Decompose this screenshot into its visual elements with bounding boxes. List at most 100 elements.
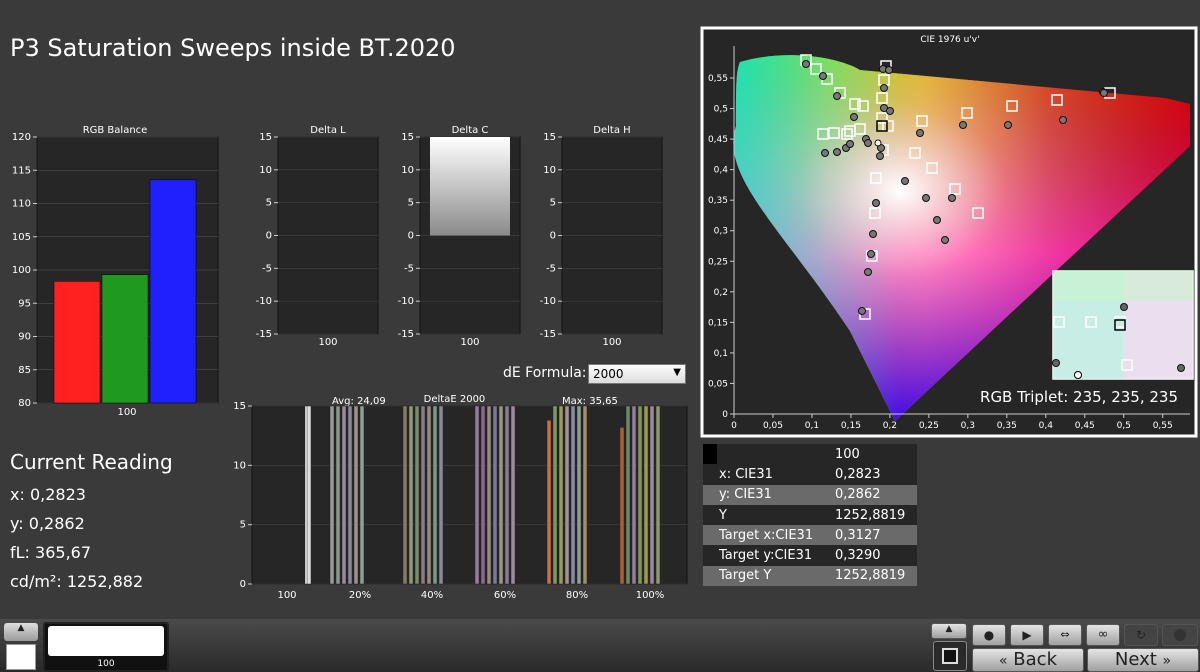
cie-measured-point [1100, 89, 1108, 97]
next-label: Next [1114, 649, 1157, 670]
scroll-up-button[interactable]: ▲ [4, 623, 38, 641]
table-value: 1252,8819 [835, 507, 906, 523]
deltae-bar [414, 405, 420, 585]
cie-ytick: 0,55 [708, 74, 728, 84]
cie-measured-point [833, 148, 841, 156]
rgb-bar-b [149, 179, 197, 404]
deltae-bar [347, 405, 353, 585]
cie-ytick: 0,05 [708, 379, 728, 389]
delta-bar [430, 137, 510, 236]
stop-square-icon [942, 648, 958, 664]
table-row: Target x:CIE31 0,3127 [703, 525, 917, 546]
deltae-bar [492, 405, 498, 585]
table-row: Target y:CIE31 0,3290 [703, 545, 917, 566]
cie-measured-point [885, 66, 893, 74]
inset-measured-point [1177, 364, 1185, 372]
deltae-bar [570, 405, 576, 585]
deltae-bar [643, 405, 649, 585]
cie-measured-point [901, 177, 909, 185]
loop-icon: ∞ [1097, 627, 1109, 642]
delta-ytick: -5 [404, 263, 414, 274]
deltae-bar [353, 405, 359, 585]
cie-ytick: 0,2 [714, 288, 728, 298]
deltae-ytick: 0 [240, 579, 246, 590]
patch-swatch[interactable] [48, 626, 164, 656]
back-label: Back [1013, 649, 1057, 670]
next-button[interactable]: Next » [1087, 648, 1199, 672]
play-button[interactable]: ▶ [1010, 624, 1044, 646]
controls-up-button[interactable]: ▲ [931, 623, 967, 639]
delta-ytick: 0 [550, 231, 556, 242]
delta-ytick: 15 [543, 132, 556, 143]
delta-ytick: 10 [401, 165, 414, 176]
deltae-bar [498, 405, 504, 585]
cie-xtick: 0,05 [763, 421, 783, 431]
loop-button[interactable]: ∞ [1086, 624, 1120, 646]
delta-ytick: 5 [266, 198, 272, 209]
cie-xtick: 0,45 [1075, 421, 1095, 431]
step-button[interactable]: ⇔ [1048, 624, 1082, 646]
chevron-down-icon: ▼ [673, 367, 681, 378]
cie-measured-point [922, 194, 930, 202]
deltae-bar [359, 405, 365, 585]
current-reading-title: Current Reading [10, 450, 173, 474]
rgb-ytick: 80 [18, 398, 31, 409]
delta-ytick: 5 [408, 198, 414, 209]
deltae-bar [631, 405, 637, 585]
deltae-ytick: 10 [233, 460, 246, 471]
table-key: Target y:CIE31 [719, 548, 813, 564]
delta-ytick: 10 [259, 165, 272, 176]
cie-measured-point [833, 92, 841, 100]
cie-xtick: 0,4 [1039, 421, 1054, 431]
cie-measured-point [867, 250, 875, 258]
rgb-bar-r [53, 281, 101, 404]
deltae-bar [546, 419, 552, 585]
deltae-bar [438, 405, 444, 585]
play-icon: ▶ [1022, 628, 1032, 642]
stop-button[interactable]: ● [972, 624, 1006, 646]
page-title: P3 Saturation Sweeps inside BT.2020 [10, 34, 456, 62]
cie-measured-point [916, 129, 924, 137]
rgb-balance-chart: RGB Balance 120 115 110 105 100 95 90 85 80 100 [12, 125, 219, 418]
cie-measured-point [933, 216, 941, 224]
refresh-button[interactable]: ↻ [1124, 624, 1158, 646]
inset-measured-point [1120, 303, 1128, 311]
stop-square-button[interactable] [933, 641, 967, 671]
cie-measured-point [876, 152, 884, 160]
de-formula-select[interactable]: 2000 ▼ [588, 364, 686, 384]
delta-ytick: -5 [262, 263, 272, 274]
table-key: y: CIE31 [719, 487, 772, 503]
rgb-bar-g [101, 274, 149, 404]
deltae-bar [655, 405, 661, 585]
table-row: x: CIE31 0,2823 [703, 464, 917, 485]
delta-panel-title: Delta L [310, 125, 346, 136]
table-value: 0,2862 [835, 487, 881, 503]
deltae-bar [329, 405, 335, 585]
back-button[interactable]: « Back [972, 648, 1084, 672]
deltae-bar [625, 405, 631, 585]
rgb-ytick: 85 [18, 365, 31, 376]
cie-measured-point [846, 140, 854, 148]
deltae-bar [426, 405, 432, 585]
deltae-bar [420, 405, 426, 585]
table-row: Target Y 1252,8819 [703, 565, 917, 587]
cie-measured-point [850, 113, 858, 121]
deltae-bar [341, 405, 347, 585]
step-icon: ⇔ [1060, 628, 1070, 641]
deltae-bar [576, 405, 582, 585]
reading-y: y: 0,2862 [10, 514, 85, 533]
reading-cdm2: cd/m²: 1252,882 [10, 572, 144, 591]
cie-measured-point [1059, 116, 1067, 124]
cie-xtick: 0 [731, 421, 737, 431]
cie-ytick: 0,35 [708, 196, 728, 206]
cie-measured-point [886, 107, 894, 115]
delta-panel-title: Delta H [593, 125, 630, 136]
deltae-xtick: 80% [566, 590, 588, 601]
cie-measured-point [1004, 121, 1012, 129]
record-button[interactable] [1162, 624, 1198, 646]
cie-xtick: 0,55 [1153, 421, 1173, 431]
table-value: 1252,8819 [835, 568, 906, 584]
rgb-balance-title: RGB Balance [83, 125, 148, 136]
table-value: 0,3127 [835, 527, 881, 543]
deltae-bar [335, 405, 341, 585]
